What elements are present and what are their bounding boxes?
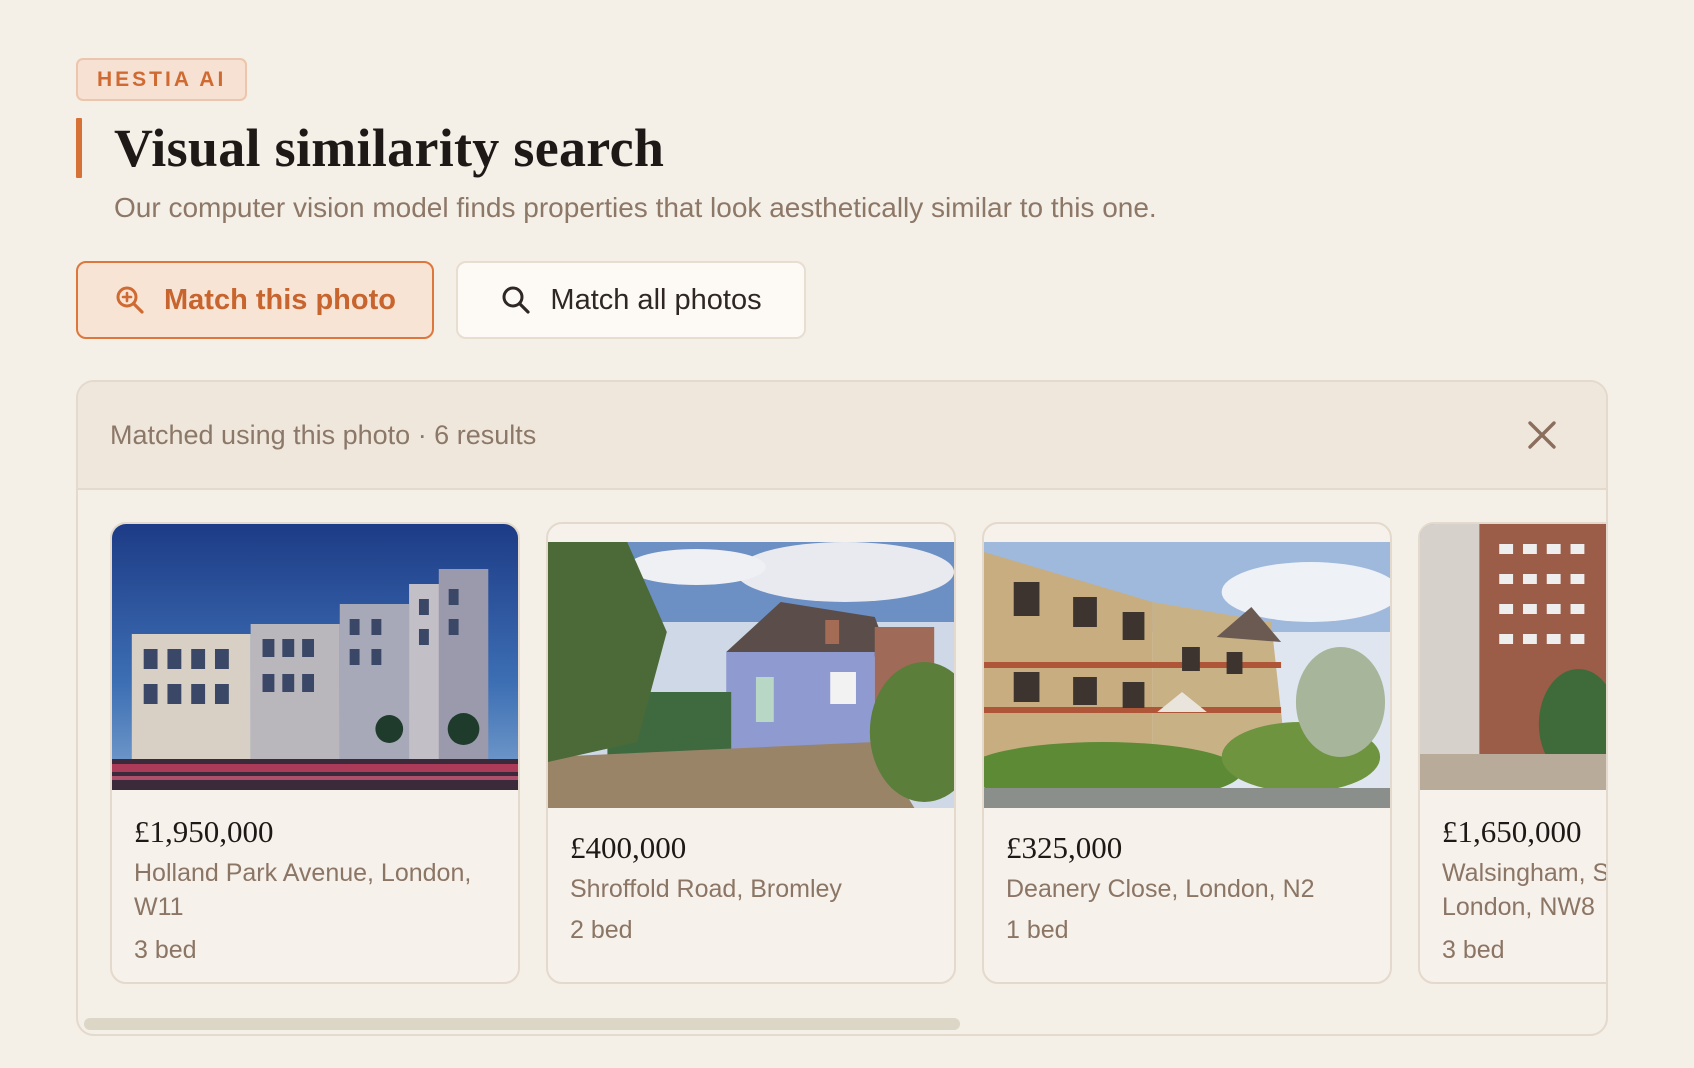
results-panel: Matched using this photo · 6 results £1,… bbox=[76, 380, 1608, 1036]
results-header: Matched using this photo · 6 results bbox=[78, 382, 1606, 490]
match-this-photo-button[interactable]: Match this photo bbox=[76, 261, 434, 339]
zoom-in-icon bbox=[116, 286, 144, 314]
match-all-photos-label: Match all photos bbox=[550, 283, 762, 316]
results-carousel[interactable]: £1,950,000 Holland Park Avenue, London, … bbox=[110, 522, 1608, 984]
listing-card[interactable]: £1,950,000 Holland Park Avenue, London, … bbox=[110, 522, 520, 984]
match-this-photo-label: Match this photo bbox=[164, 283, 396, 316]
brand-badge-label: HESTIA AI bbox=[97, 67, 227, 91]
listing-photo bbox=[1420, 524, 1606, 790]
carousel-scrollbar[interactable] bbox=[84, 1018, 1604, 1030]
listing-address: Walsingham, St John's Park, London, NW8 bbox=[1442, 859, 1608, 921]
page-title: Visual similarity search bbox=[114, 118, 665, 178]
listing-address: Holland Park Avenue, London, W11 bbox=[134, 859, 472, 921]
listing-card[interactable]: £1,650,000 Walsingham, St John's Park, L… bbox=[1418, 522, 1608, 984]
listing-address: Shroffold Road, Bromley bbox=[570, 875, 842, 903]
close-icon bbox=[1528, 421, 1556, 449]
listing-price: £1,950,000 bbox=[134, 814, 274, 849]
listing-photo bbox=[112, 524, 518, 790]
listing-card[interactable]: £400,000 Shroffold Road, Bromley 2 bed bbox=[546, 522, 956, 984]
listing-price: £325,000 bbox=[1006, 830, 1123, 865]
listing-card[interactable]: £325,000 Deanery Close, London, N2 1 bed bbox=[982, 522, 1392, 984]
listing-photo bbox=[984, 542, 1390, 808]
search-icon bbox=[502, 286, 531, 314]
page-subtitle: Our computer vision model finds properti… bbox=[114, 192, 1157, 223]
page-header: Visual similarity search bbox=[76, 118, 664, 178]
listing-beds: 2 bed bbox=[570, 916, 633, 944]
results-status: Matched using this photo · 6 results bbox=[110, 419, 537, 450]
listing-beds: 1 bed bbox=[1006, 916, 1069, 944]
close-results-button[interactable] bbox=[1522, 415, 1562, 455]
brand-badge: HESTIA AI bbox=[76, 58, 248, 101]
listing-price: £1,650,000 bbox=[1442, 814, 1582, 849]
title-accent-bar bbox=[76, 118, 82, 178]
listing-price: £400,000 bbox=[570, 830, 687, 865]
match-all-photos-button[interactable]: Match all photos bbox=[456, 261, 806, 339]
listing-photo bbox=[548, 542, 954, 808]
listing-address: Deanery Close, London, N2 bbox=[1006, 875, 1315, 903]
page: HESTIA AI Visual similarity search Our c… bbox=[0, 0, 1694, 1068]
listing-beds: 3 bed bbox=[1442, 936, 1505, 964]
listing-beds: 3 bed bbox=[134, 936, 197, 964]
scrollbar-thumb[interactable] bbox=[84, 1018, 960, 1030]
